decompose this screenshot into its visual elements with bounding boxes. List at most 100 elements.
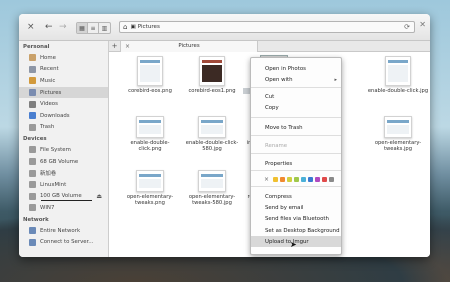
back-arrow-icon[interactable]: ← bbox=[45, 22, 53, 32]
sidebar-item-videos[interactable]: Videos bbox=[19, 98, 108, 110]
file-thumbnail bbox=[198, 116, 226, 138]
menu-separator bbox=[251, 186, 341, 187]
sidebar-item-win7[interactable]: WIN7 bbox=[19, 202, 108, 214]
thumbnail-header bbox=[201, 120, 223, 123]
clear-color-icon[interactable]: × bbox=[264, 176, 269, 183]
file-item[interactable]: corebird-eos.png bbox=[119, 56, 181, 94]
menu-item-label: Send by email bbox=[265, 204, 304, 211]
pictures-icon bbox=[29, 89, 36, 97]
file-thumbnail bbox=[385, 56, 411, 86]
color-swatch[interactable] bbox=[329, 177, 335, 182]
grid-view-icon[interactable]: ▦ bbox=[77, 23, 88, 33]
file-item[interactable]: open-elementary-tweaks.jpg bbox=[367, 110, 429, 153]
color-swatch[interactable] bbox=[301, 177, 307, 182]
sidebar-item-linuxmint[interactable]: LinuxMint bbox=[19, 179, 108, 191]
breadcrumb[interactable]: ▣ Pictures bbox=[130, 24, 159, 30]
color-swatch[interactable] bbox=[308, 177, 314, 182]
thumbnail-body bbox=[140, 65, 160, 82]
sidebar: Personal Home Recent Music Pictures Videos Do… bbox=[19, 41, 109, 257]
file-name: enable-double-click.png bbox=[130, 140, 170, 153]
menu-item-compress[interactable]: Compress bbox=[251, 191, 341, 202]
sidebar-item-recent[interactable]: Recent bbox=[19, 64, 108, 76]
menu-item-properties[interactable]: Properties bbox=[251, 158, 341, 169]
menu-item-label: Upload to Imgur bbox=[265, 238, 309, 245]
color-swatch[interactable] bbox=[294, 177, 300, 182]
menu-item-send-files-via-bluetooth[interactable]: Send files via Bluetooth bbox=[251, 213, 341, 224]
path-bar[interactable]: ⌂ ▣ Pictures ⟳ bbox=[119, 21, 415, 33]
file-name: enable-double-click-580.jpg bbox=[185, 140, 239, 153]
color-tag-swatches: × bbox=[264, 176, 335, 183]
menu-item-copy[interactable]: Copy bbox=[251, 102, 341, 113]
new-tab-button[interactable]: + bbox=[109, 42, 120, 50]
file-item[interactable]: enable-double-click.png bbox=[119, 110, 181, 153]
music-icon bbox=[29, 77, 36, 85]
file-name: open-elementary-tweaks.png bbox=[126, 194, 174, 207]
sidebar-item-music[interactable]: Music bbox=[19, 75, 108, 87]
close-icon[interactable]: ✕ bbox=[419, 20, 426, 29]
sidebar-item-100-gb-volume[interactable]: 100 GB Volume ⏏ bbox=[19, 191, 108, 203]
sidebar-item-connect-to-server[interactable]: Connect to Server... bbox=[19, 236, 108, 248]
videos-icon bbox=[29, 100, 36, 108]
eject-icon[interactable]: ⏏ bbox=[96, 193, 102, 200]
color-swatch[interactable] bbox=[280, 177, 286, 182]
disk-usage-bar bbox=[41, 199, 92, 202]
sidebar-item-label: LinuxMint bbox=[40, 181, 67, 188]
file-manager-window: × ← → ▦ ≡ ▥ ⌂ ▣ Pictures ⟳ ✕ Personal Ho… bbox=[19, 14, 430, 257]
menu-item-set-as-desktop-background[interactable]: Set as Desktop Background bbox=[251, 225, 341, 236]
drive-icon bbox=[29, 169, 36, 177]
list-view-icon[interactable]: ≡ bbox=[88, 23, 99, 33]
file-thumbnail bbox=[136, 116, 164, 138]
thumbnail-header bbox=[139, 174, 161, 177]
drive-icon bbox=[29, 204, 36, 212]
menu-item-open-in-photos[interactable]: Open in Photos bbox=[251, 63, 341, 74]
menu-item-label: Move to Trash bbox=[265, 124, 303, 131]
menu-item-move-to-trash[interactable]: Move to Trash bbox=[251, 122, 341, 133]
sidebar-item-item[interactable]: 新加卷 bbox=[19, 167, 108, 179]
close-window-icon[interactable]: × bbox=[27, 22, 35, 32]
file-name: corebird-eos.png bbox=[128, 88, 172, 94]
thumbnail-header bbox=[387, 120, 409, 123]
sidebar-item-file-system[interactable]: File System bbox=[19, 144, 108, 156]
color-swatch[interactable] bbox=[322, 177, 328, 182]
tab-close-icon[interactable]: × bbox=[125, 43, 130, 50]
menu-item-cut[interactable]: Cut bbox=[251, 91, 341, 102]
menu-item-label: Compress bbox=[265, 193, 292, 200]
file-item[interactable]: open-elementary-tweaks.png bbox=[119, 164, 181, 207]
color-swatch[interactable] bbox=[287, 177, 293, 182]
file-item[interactable]: corebird-eos1.png bbox=[181, 56, 243, 94]
thumbnail-body bbox=[139, 179, 161, 188]
sidebar-section-personal: Personal bbox=[23, 44, 50, 50]
thumbnail-body bbox=[202, 65, 222, 82]
tab-pictures[interactable]: × Pictures bbox=[120, 40, 258, 52]
menu-item-send-by-email[interactable]: Send by email bbox=[251, 202, 341, 213]
forward-arrow-icon[interactable]: → bbox=[59, 22, 67, 32]
thumbnail-header bbox=[388, 60, 408, 63]
menu-item-rename[interactable]: Rename bbox=[251, 140, 341, 151]
sidebar-item-68-gb-volume[interactable]: 68 GB Volume bbox=[19, 156, 108, 168]
color-swatch[interactable] bbox=[273, 177, 279, 182]
downloads-icon bbox=[29, 112, 36, 120]
refresh-icon[interactable]: ⟳ bbox=[404, 23, 410, 31]
file-item[interactable]: enable-double-click-580.jpg bbox=[181, 110, 243, 153]
menu-item-open-with[interactable]: Open with ▸ bbox=[251, 74, 341, 85]
column-view-icon[interactable]: ▥ bbox=[99, 23, 110, 33]
sidebar-item-label: 100 GB Volume bbox=[40, 193, 82, 200]
color-swatch[interactable] bbox=[315, 177, 321, 182]
file-item[interactable]: enable-double-click.jpg bbox=[367, 56, 429, 94]
file-thumbnail bbox=[384, 116, 412, 138]
sidebar-item-trash[interactable]: Trash bbox=[19, 122, 108, 134]
sidebar-item-label: Entire Network bbox=[40, 227, 81, 234]
sidebar-item-entire-network[interactable]: Entire Network bbox=[19, 225, 108, 237]
menu-separator bbox=[251, 117, 341, 118]
thumbnail-body bbox=[139, 125, 161, 134]
file-item[interactable]: open-elementary-tweaks-580.jpg bbox=[181, 164, 243, 207]
drive-icon bbox=[29, 192, 36, 200]
home-icon[interactable]: ⌂ bbox=[123, 23, 127, 31]
sidebar-item-downloads[interactable]: Downloads bbox=[19, 110, 108, 122]
thumbnail-header bbox=[201, 174, 223, 177]
network-list: Entire Network Connect to Server... bbox=[19, 225, 108, 248]
sidebar-item-label: Trash bbox=[40, 124, 55, 131]
thumbnail-body bbox=[201, 125, 223, 134]
sidebar-item-pictures[interactable]: Pictures bbox=[19, 86, 108, 99]
sidebar-item-home[interactable]: Home bbox=[19, 52, 108, 64]
